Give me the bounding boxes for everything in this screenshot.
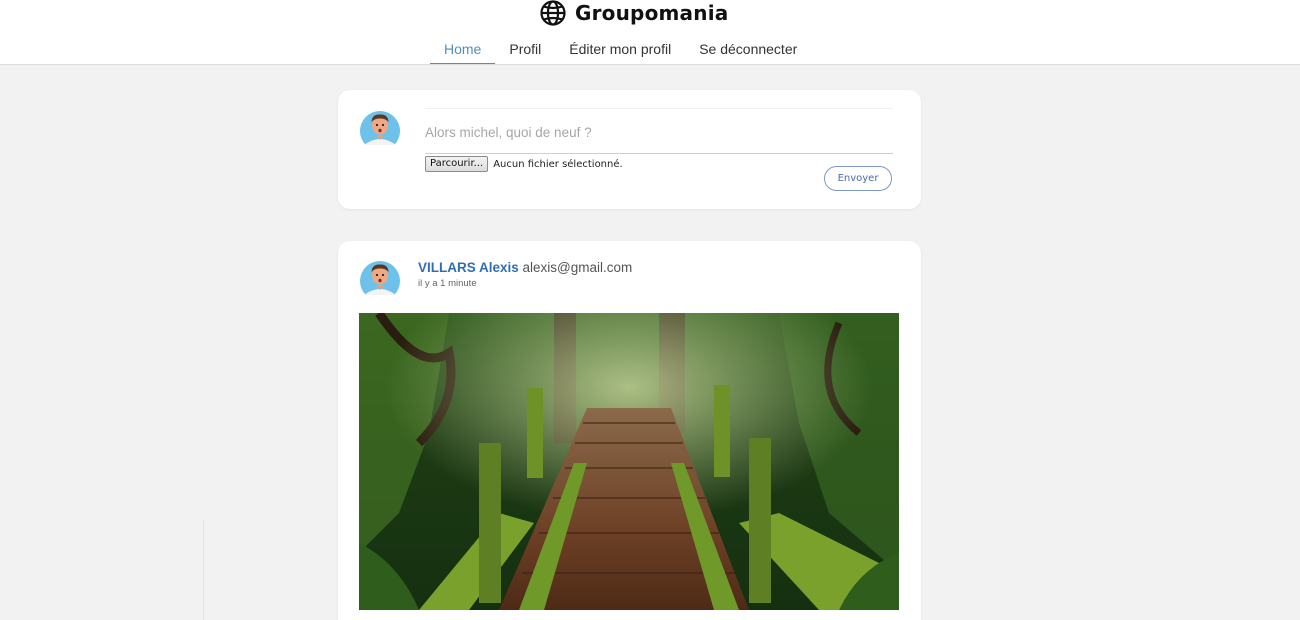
nav-home[interactable]: Home [430,40,496,64]
post-image[interactable] [359,313,899,610]
brand-name: Groupomania [575,1,729,25]
author-name[interactable]: VILLARS Alexis [418,260,519,275]
globe-icon [538,0,568,26]
author-avatar[interactable] [360,261,400,295]
brand[interactable]: Groupomania [538,0,728,26]
nav-profil[interactable]: Profil [495,40,555,64]
author-email: alexis@gmail.com [522,260,633,275]
nav-logout[interactable]: Se déconnecter [685,40,811,64]
post-card: VILLARS Alexis alexis@gmail.com il y a 1… [338,241,921,620]
browse-button[interactable]: Parcourir... [425,156,489,172]
file-status: Aucun fichier sélectionné. [493,158,623,170]
nav-edit-profile[interactable]: Éditer mon profil [555,40,685,64]
send-button[interactable]: Envoyer [824,166,892,191]
avatar [360,111,400,145]
post-timestamp: il y a 1 minute [418,278,477,289]
main-nav: Home Profil Éditer mon profil Se déconne… [430,40,811,64]
divider [203,520,204,620]
top-header: Groupomania Home Profil Éditer mon profi… [0,0,1300,65]
post-text-input[interactable] [425,108,893,154]
post-composer: Parcourir... Aucun fichier sélectionné. … [338,90,921,209]
post-author: VILLARS Alexis alexis@gmail.com [418,260,632,275]
file-picker: Parcourir... Aucun fichier sélectionné. [425,156,623,172]
